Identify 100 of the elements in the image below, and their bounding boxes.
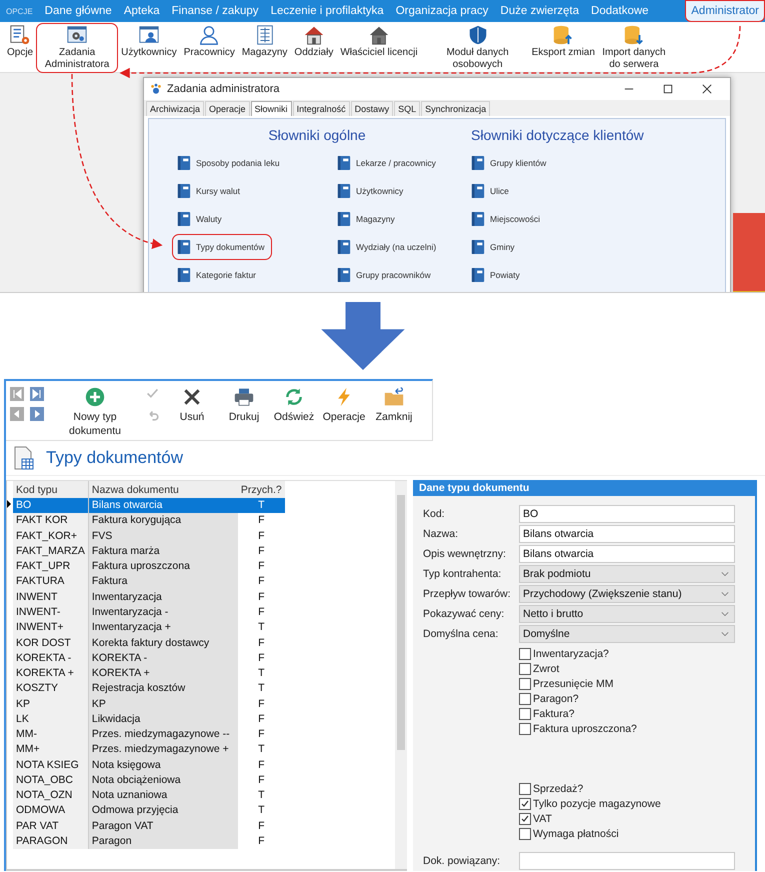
text-field[interactable] [519,852,735,870]
table-row[interactable]: FAKT_KOR+ FVS F [7,528,285,544]
toolbar-button[interactable]: Odśwież [271,387,317,423]
text-field[interactable]: Bilans otwarcia [519,545,735,563]
checkbox[interactable]: Sprzedaż? [519,781,584,796]
checkbox[interactable]: Paragon? [519,691,579,706]
table-row[interactable]: FAKT_UPR Faktura uproszczona F [7,559,285,574]
dictionary-link[interactable]: Użytkownicy [333,177,410,205]
dropdown[interactable]: Brak podmiotu [519,565,735,583]
toolbar-button[interactable]: Usuń [167,387,217,423]
ribbon-button[interactable]: Eksport zmian [528,24,598,58]
ribbon-button[interactable]: Właściciel licencji [337,24,421,58]
text-field[interactable]: BO [519,505,735,523]
menu-tab[interactable]: Apteka [118,0,166,22]
menu-tab[interactable]: Administrator [685,0,765,22]
scrollbar[interactable] [395,481,407,869]
dictionary-link[interactable]: Powiaty [467,261,526,289]
tab[interactable]: Archiwizacja [146,101,204,116]
tab[interactable]: Dostawy [350,101,394,116]
dictionary-link[interactable]: Miejscowości [467,205,546,233]
table-row[interactable]: KOREKTA + KOREKTA + T [7,666,285,682]
menu-tab[interactable]: Finanse / zakupy [166,0,265,22]
book-icon [337,267,351,283]
ribbon-button[interactable]: Oddziały [291,24,336,58]
table-row[interactable]: FAKT_MARZA Faktura marża F [7,544,285,560]
dictionary-link[interactable]: Grupy pracowników [333,261,437,289]
ribbon-button[interactable]: Zadania Administratora [37,24,118,72]
maximize-icon[interactable] [663,84,674,94]
dictionary-link[interactable]: Grupy klientów [467,149,552,177]
checkbox[interactable]: Faktura uproszczona? [519,721,637,736]
tab[interactable]: Operacje [205,101,250,116]
dictionary-link[interactable]: Ulice [467,177,515,205]
column-header[interactable]: Przych.? [238,481,285,498]
dropdown[interactable]: Domyślne [519,625,735,643]
table-row[interactable]: PARAGON Paragon F [7,834,285,850]
menu-tab[interactable]: Dodatkowe [585,0,655,22]
database-download-icon [622,24,645,46]
column-header[interactable]: Nazwa dokumentu [88,481,238,498]
table-row[interactable]: PAR VAT Paragon VAT F [7,818,285,834]
last-record-icon[interactable] [30,387,44,401]
dictionary-link[interactable]: Sposoby podania leku [173,149,286,177]
table-row[interactable]: KOSZTY Rejestracja kosztów T [7,681,285,696]
tab[interactable]: SQL [394,101,420,116]
ribbon-button[interactable]: Import danych do serwera [598,24,669,70]
table-row[interactable]: MM+ Przes. miedzymagazynowe + T [7,742,285,758]
toolbar-button[interactable]: Operacje [321,387,367,423]
text-field[interactable]: Bilans otwarcia [519,525,735,543]
table-row[interactable]: MM- Przes. miedzymagazynowe -- F [7,726,285,742]
table-row[interactable]: INWENT- Inwentaryzacja - F [7,604,285,620]
checkbox[interactable]: Zwrot [519,661,560,676]
dictionary-link[interactable]: Kursy walut [173,177,246,205]
checkbox[interactable]: Inwentaryzacja? [519,646,609,661]
table-row[interactable]: FAKTURA Faktura F [7,574,285,590]
ribbon-button[interactable]: Użytkownicy [118,24,180,58]
ribbon-button[interactable]: Opcje [4,24,36,58]
table-row[interactable]: LK Likwidacja F [7,712,285,727]
checkbox[interactable]: VAT [519,811,552,826]
toolbar-button[interactable]: Nowy typ dokumentu [62,387,128,438]
checkbox[interactable]: Przesunięcie MM [519,676,614,691]
dictionary-link[interactable]: Magazyny [333,205,401,233]
previous-record-icon[interactable] [10,407,24,421]
dictionary-link[interactable]: Lekarze / pracownicy [333,149,442,177]
table-row[interactable]: FAKT KOR Faktura korygująca F [7,513,285,529]
menu-tab[interactable]: Leczenie i profilaktyka [264,0,390,22]
menu-tab[interactable]: Duże zwierzęta [494,0,586,22]
table-row[interactable]: BO Bilans otwarcia T [7,498,285,514]
dictionary-link[interactable]: Kategorie faktur [173,261,262,289]
dropdown[interactable]: Przychodowy (Zwiększenie stanu) [519,585,735,603]
dictionary-link[interactable]: Waluty [173,205,228,233]
checkbox[interactable]: Tylko pozycje magazynowe [519,796,661,811]
next-record-icon[interactable] [30,407,44,421]
tab[interactable]: Integralność [292,101,350,116]
first-record-icon[interactable] [10,387,24,401]
checkbox[interactable]: Faktura? [519,706,574,721]
menu-tab[interactable]: Dane główne [38,0,118,22]
dropdown[interactable]: Netto i brutto [519,605,735,623]
table-row[interactable]: INWENT+ Inwentaryzacja + T [7,620,285,636]
ribbon-button[interactable]: Pracownicy [180,24,238,58]
table-cell: BO [13,498,88,514]
table-row[interactable]: NOTA_OBC Nota obciążeniowa F [7,772,285,788]
dictionary-link[interactable]: Typy dokumentów [173,235,271,259]
table-row[interactable]: KOREKTA - KOREKTA - F [7,650,285,666]
table-row[interactable]: ODMOWA Odmowa przyjęcia T [7,803,285,819]
close-icon[interactable] [702,84,712,94]
menu-tab[interactable]: Organizacja pracy [390,0,494,22]
table-row[interactable]: NOTA_OZN Nota uznaniowa T [7,788,285,804]
ribbon-button[interactable]: Magazyny [238,24,290,58]
dictionary-link[interactable]: Wydziały (na uczelni) [333,233,442,261]
checkbox[interactable]: Wymaga płatności [519,826,619,841]
table-row[interactable]: KP KP F [7,696,285,712]
column-header[interactable]: Kod typu [13,481,88,498]
table-row[interactable]: KOR DOST Korekta faktury dostawcy F [7,635,285,651]
ribbon-button[interactable]: Moduł danych osobowych [438,24,518,70]
dictionary-link[interactable]: Gminy [467,233,521,261]
toolbar-button[interactable]: Drukuj [221,387,267,423]
table-row[interactable]: INWENT Inwentaryzacja F [7,590,285,605]
table-row[interactable]: NOTA KSIEG Nota księgowa F [7,758,285,773]
toolbar-button[interactable]: Zamknij [371,387,417,423]
tab[interactable]: Synchronizacja [421,101,490,116]
tab[interactable]: Słowniki [250,101,292,116]
